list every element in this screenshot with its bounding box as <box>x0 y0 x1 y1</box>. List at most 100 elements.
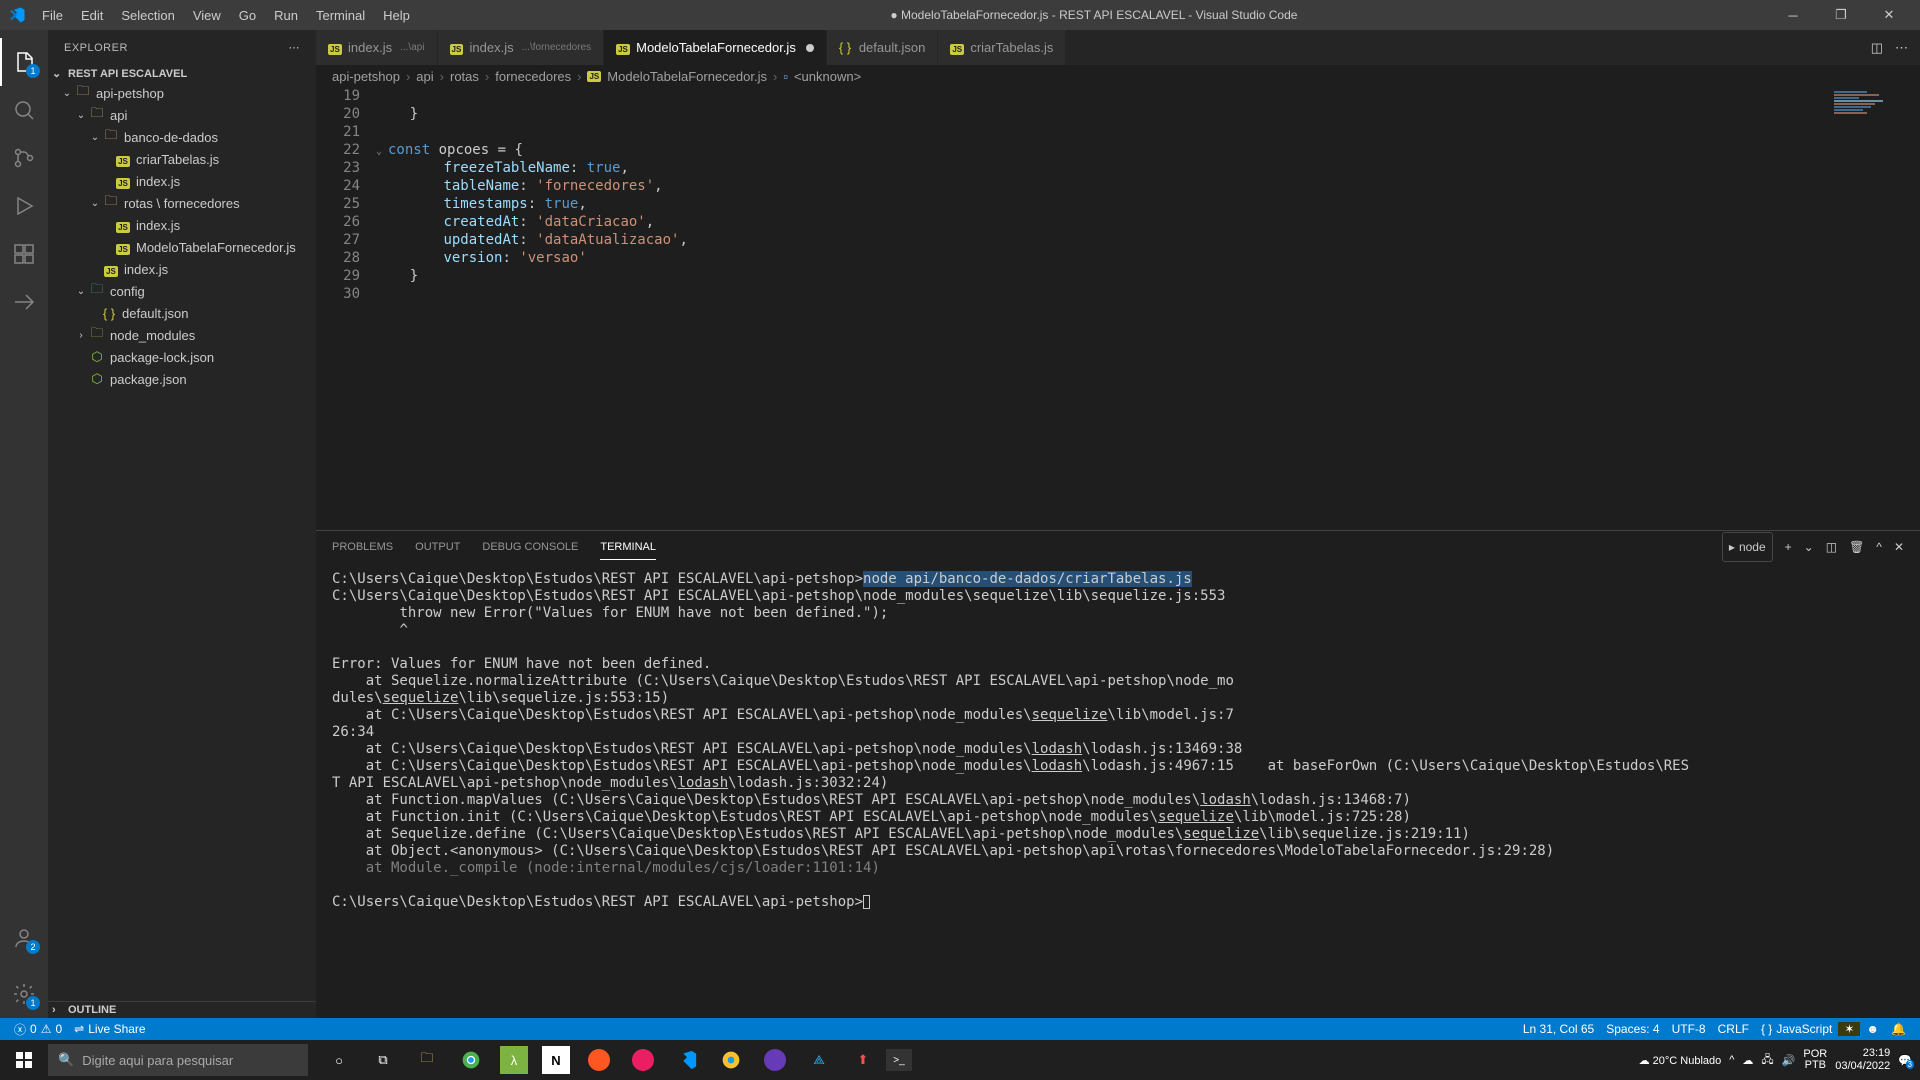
tab-index-api[interactable]: JSindex.js...\api <box>316 30 438 65</box>
folder-banco-de-dados[interactable]: ⌄🗀banco-de-dados <box>48 126 316 148</box>
file-index-banco[interactable]: JSindex.js <box>48 170 316 192</box>
code-editor[interactable]: 192021 222324 252627 282930 } ⌄const opc… <box>316 87 1920 530</box>
editor-area: JSindex.js...\api JSindex.js...\forneced… <box>316 30 1920 1018</box>
file-default-json[interactable]: { }default.json <box>48 302 316 324</box>
minimap[interactable] <box>1830 87 1920 530</box>
panel-tab-problems[interactable]: PROBLEMS <box>332 535 393 559</box>
cortana-icon[interactable]: ○ <box>318 1040 360 1080</box>
panel-tab-debug-console[interactable]: DEBUG CONSOLE <box>482 535 578 559</box>
file-criartabelas[interactable]: JScriarTabelas.js <box>48 148 316 170</box>
status-prettier-icon[interactable]: ✶ <box>1838 1022 1860 1036</box>
folder-config[interactable]: ⌄🗀config <box>48 280 316 302</box>
folder-api-petshop[interactable]: ⌄🗀api-petshop <box>48 82 316 104</box>
status-line-col[interactable]: Ln 31, Col 65 <box>1517 1022 1600 1036</box>
menu-file[interactable]: File <box>34 4 71 27</box>
app-icon-6[interactable]: ⬆ <box>842 1040 884 1080</box>
search-icon[interactable] <box>0 86 48 134</box>
new-terminal-icon[interactable]: + <box>1785 534 1792 560</box>
minimize-button[interactable]: ─ <box>1770 0 1816 30</box>
menu-go[interactable]: Go <box>231 4 264 27</box>
folder-node-modules[interactable]: ›🗀node_modules <box>48 324 316 346</box>
menu-help[interactable]: Help <box>375 4 418 27</box>
volume-icon[interactable]: 🔊 <box>1782 1054 1796 1067</box>
breadcrumb[interactable]: api-petshop› api› rotas› fornecedores› J… <box>316 65 1920 87</box>
weather-widget[interactable]: ☁ 20°C Nublado <box>1639 1054 1722 1067</box>
split-editor-icon[interactable]: ◫ <box>1871 40 1883 56</box>
terminal-dropdown-icon[interactable]: ⌄ <box>1804 534 1814 560</box>
chrome-2-icon[interactable] <box>710 1040 752 1080</box>
terminal-content[interactable]: C:\Users\Caique\Desktop\Estudos\REST API… <box>316 563 1920 1018</box>
code-content[interactable]: } ⌄const opcoes = { freezeTableName: tru… <box>376 87 1920 530</box>
terminal-taskbar-icon[interactable]: >_ <box>886 1049 912 1071</box>
menu-run[interactable]: Run <box>266 4 306 27</box>
line-gutter: 192021 222324 252627 282930 <box>316 87 376 530</box>
tab-criartabelas[interactable]: JScriarTabelas.js <box>938 30 1066 65</box>
sidebar-more-icon[interactable]: ⋯ <box>289 41 301 54</box>
status-language[interactable]: { }JavaScript <box>1755 1022 1838 1036</box>
file-index-api[interactable]: JSindex.js <box>48 258 316 280</box>
app-icon-4[interactable] <box>754 1040 796 1080</box>
start-button[interactable] <box>0 1040 48 1080</box>
onedrive-icon[interactable]: ☁ <box>1742 1054 1753 1067</box>
account-icon[interactable]: 2 <box>0 914 48 962</box>
taskbar-search[interactable]: 🔍Digite aqui para pesquisar <box>48 1044 308 1076</box>
kill-terminal-icon[interactable]: 🗑 <box>1849 534 1864 560</box>
language-indicator[interactable]: PORPTB <box>1803 1049 1827 1071</box>
file-explorer-icon[interactable]: 🗀 <box>406 1040 448 1080</box>
status-eol[interactable]: CRLF <box>1712 1022 1755 1036</box>
more-actions-icon[interactable]: ⋯ <box>1895 40 1908 56</box>
window-controls: ─ ❐ ✕ <box>1770 0 1912 30</box>
panel-tab-terminal[interactable]: TERMINAL <box>600 535 656 560</box>
menu-terminal[interactable]: Terminal <box>308 4 373 27</box>
maximize-panel-icon[interactable]: ^ <box>1876 534 1882 560</box>
account-badge: 2 <box>26 940 40 954</box>
chrome-icon[interactable] <box>450 1040 492 1080</box>
run-debug-icon[interactable] <box>0 182 48 230</box>
panel-tab-output[interactable]: OUTPUT <box>415 535 460 559</box>
maximize-button[interactable]: ❐ <box>1818 0 1864 30</box>
outline-header[interactable]: ›OUTLINE <box>48 1001 316 1018</box>
app-icon-3[interactable] <box>622 1040 664 1080</box>
extensions-icon[interactable] <box>0 230 48 278</box>
status-errors[interactable]: ⓧ0⚠0 <box>8 1021 68 1038</box>
file-index-fornecedores[interactable]: JSindex.js <box>48 214 316 236</box>
status-bell-icon[interactable]: 🔔 <box>1885 1022 1912 1036</box>
status-liveshare[interactable]: ⇌Live Share <box>68 1022 151 1036</box>
liveshare-icon[interactable] <box>0 278 48 326</box>
clock[interactable]: 23:1903/04/2022 <box>1835 1047 1890 1073</box>
project-header[interactable]: ⌄REST API ESCALAVEL <box>48 65 316 82</box>
notifications-icon[interactable]: 💬3 <box>1898 1054 1912 1067</box>
file-modelo-tabela-fornecedor[interactable]: JSModeloTabelaFornecedor.js <box>48 236 316 258</box>
status-spaces[interactable]: Spaces: 4 <box>1600 1022 1665 1036</box>
menu-edit[interactable]: Edit <box>73 4 111 27</box>
status-encoding[interactable]: UTF-8 <box>1666 1022 1712 1036</box>
menu-view[interactable]: View <box>185 4 229 27</box>
tab-actions: ◫ ⋯ <box>1859 30 1920 65</box>
tab-default-json[interactable]: { }default.json <box>827 30 939 65</box>
source-control-icon[interactable] <box>0 134 48 182</box>
explorer-icon[interactable]: 1 <box>0 38 48 86</box>
settings-badge: 1 <box>26 996 40 1010</box>
split-terminal-icon[interactable]: ◫ <box>1826 534 1837 560</box>
tab-index-fornecedores[interactable]: JSindex.js...\fornecedores <box>438 30 605 65</box>
app-icon-1[interactable]: λ <box>500 1046 528 1074</box>
task-view-icon[interactable]: ⧉ <box>362 1040 404 1080</box>
folder-rotas-fornecedores[interactable]: ⌄🗀rotas \ fornecedores <box>48 192 316 214</box>
close-button[interactable]: ✕ <box>1866 0 1912 30</box>
menu-selection[interactable]: Selection <box>113 4 182 27</box>
tab-modelo-tabela-fornecedor[interactable]: JSModeloTabelaFornecedor.js <box>604 30 827 65</box>
notion-icon[interactable]: N <box>542 1046 570 1074</box>
close-panel-icon[interactable]: ✕ <box>1894 534 1904 560</box>
file-package-lock[interactable]: ⬡package-lock.json <box>48 346 316 368</box>
file-package-json[interactable]: ⬡package.json <box>48 368 316 390</box>
terminal-selector[interactable]: ▸node <box>1722 532 1773 562</box>
app-icon-2[interactable] <box>578 1040 620 1080</box>
status-feedback-icon[interactable]: ☻ <box>1860 1022 1885 1036</box>
folder-api[interactable]: ⌄🗀api <box>48 104 316 126</box>
menu-bar: File Edit Selection View Go Run Terminal… <box>34 4 418 27</box>
network-icon[interactable]: 🖧 <box>1761 1051 1773 1070</box>
settings-gear-icon[interactable]: 1 <box>0 970 48 1018</box>
vscode-taskbar-icon[interactable] <box>666 1040 708 1080</box>
app-icon-5[interactable]: ⟁ <box>798 1040 840 1080</box>
tray-chevron-icon[interactable]: ^ <box>1729 1054 1734 1066</box>
